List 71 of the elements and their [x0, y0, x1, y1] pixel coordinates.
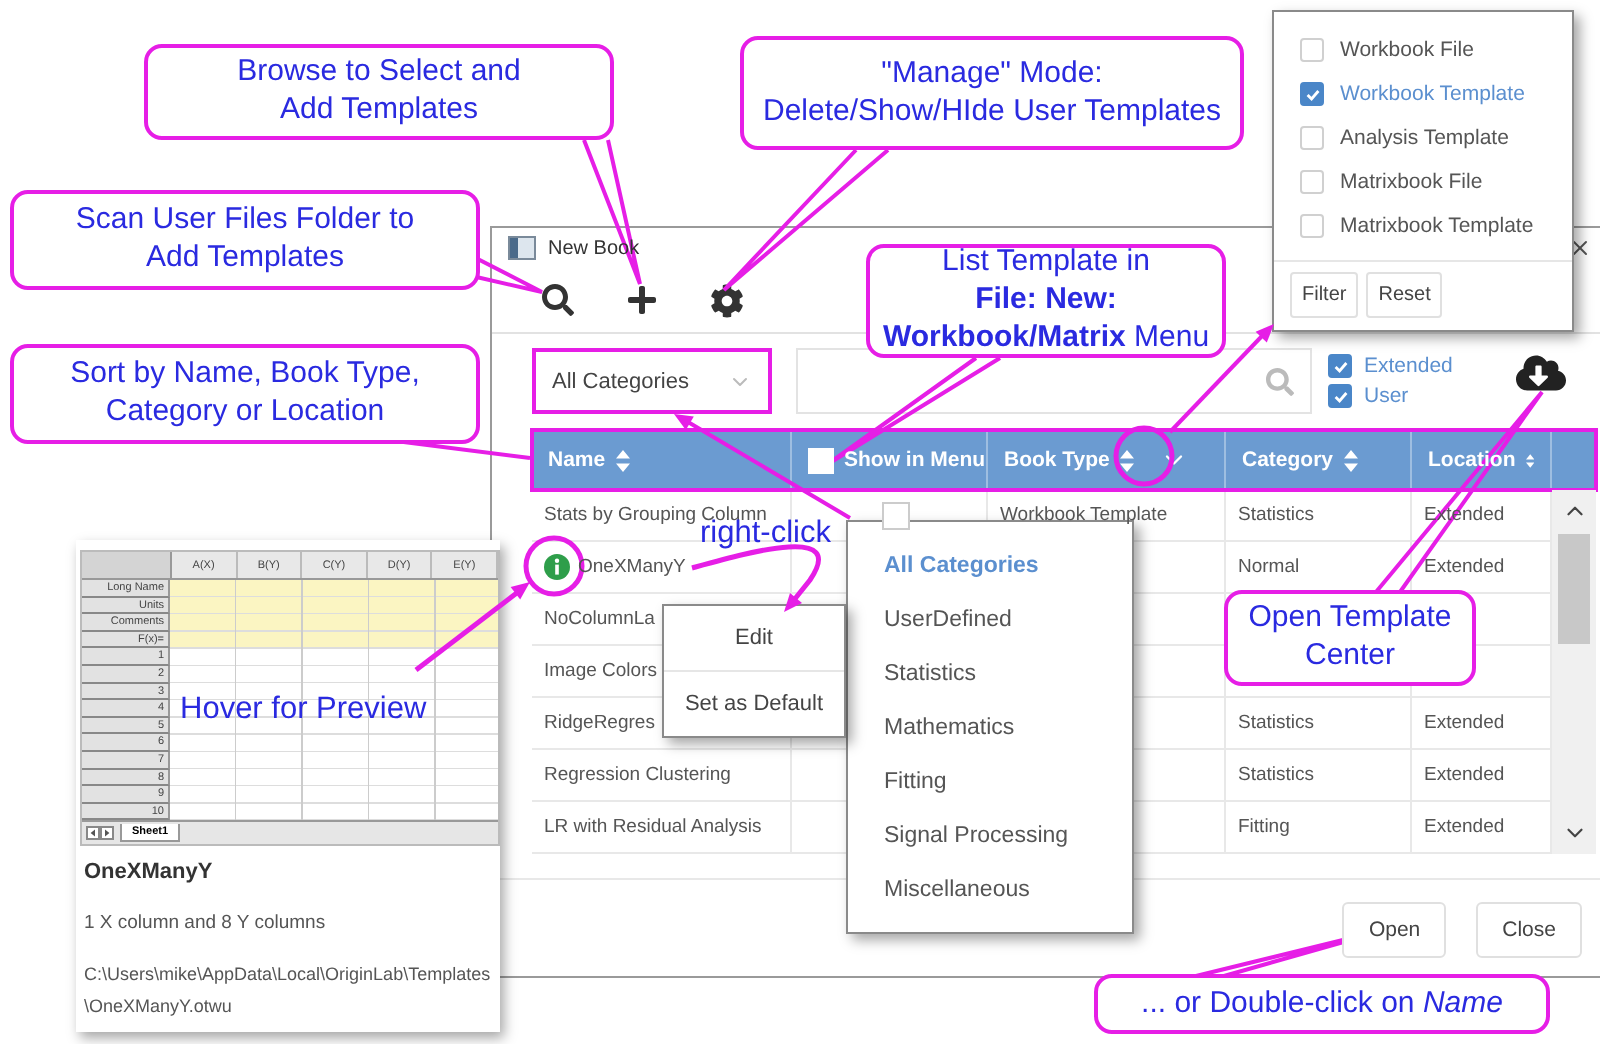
callout: Open Template Center [1224, 590, 1476, 686]
sort-icon[interactable] [1525, 449, 1534, 471]
checkbox[interactable] [1300, 170, 1324, 194]
checkbox-label: Workbook Template [1340, 82, 1525, 106]
category: Statistics [1238, 712, 1315, 734]
category: Fitting [1238, 816, 1290, 838]
template-name[interactable]: Image Colors [544, 660, 657, 682]
menu-item[interactable]: UserDefined [848, 592, 1132, 646]
category: Statistics [1238, 504, 1315, 526]
menu-item[interactable]: Edit [664, 606, 844, 670]
info-icon[interactable] [544, 554, 570, 580]
sort-icon[interactable] [1119, 449, 1134, 471]
menu-item[interactable]: Miscellaneous [848, 862, 1132, 916]
sort-icon[interactable] [1343, 449, 1358, 471]
category: Statistics [1238, 764, 1315, 786]
checkbox[interactable] [1300, 82, 1324, 106]
checkbox-label: Workbook File [1340, 38, 1474, 62]
search-icon[interactable] [540, 282, 576, 318]
checkbox-label: Analysis Template [1340, 126, 1509, 150]
file-path: C:\Users\mike\AppData\Local\OriginLab\Templates \OneXManyY.otwu [84, 962, 493, 1021]
menu-item[interactable]: Statistics [848, 646, 1132, 700]
template-name[interactable]: NoColumnLa [544, 608, 655, 630]
callout: Scan User Files Folder to Add Templates [10, 190, 480, 290]
show-in-menu-checkbox[interactable] [882, 501, 910, 529]
location: Extended [1424, 816, 1505, 838]
checkbox-label: User [1364, 384, 1409, 408]
checkbox[interactable] [1300, 126, 1324, 150]
dialog-button[interactable]: Open [1342, 902, 1447, 958]
location: Extended [1424, 556, 1505, 578]
header-checkbox[interactable] [808, 447, 834, 473]
scroll-thumb[interactable] [1558, 534, 1590, 644]
annotation-label: Hover for Preview [180, 692, 427, 728]
annotation-label: right-click [700, 516, 831, 552]
plus-icon[interactable] [624, 282, 660, 318]
check-icon [1303, 85, 1321, 103]
template-name[interactable]: Regression Clustering [544, 764, 731, 786]
dialog-button[interactable]: Close [1476, 902, 1582, 958]
scrollbar[interactable] [1552, 490, 1596, 854]
checkbox[interactable] [1328, 384, 1352, 408]
menu-item[interactable]: Signal Processing [848, 808, 1132, 862]
location: Extended [1424, 764, 1505, 786]
checkbox-label: Extended [1364, 354, 1453, 378]
filter-button[interactable]: Reset [1366, 272, 1443, 318]
gear-icon[interactable] [708, 282, 744, 318]
checkbox[interactable] [1300, 38, 1324, 62]
checkbox[interactable] [1300, 214, 1324, 238]
callout: Browse to Select and Add Templates [144, 44, 614, 140]
checkbox-label: Matrixbook Template [1340, 214, 1534, 238]
pointer-arrow [414, 582, 530, 672]
preview-description: 1 X column and 8 Y columns [84, 912, 328, 935]
filter-button[interactable]: Filter [1290, 272, 1359, 318]
app-icon [508, 236, 536, 260]
checkbox-label: Matrixbook File [1340, 170, 1483, 194]
checkbox[interactable] [1328, 354, 1352, 378]
menu-item[interactable]: Set as Default [664, 670, 844, 736]
category: Normal [1238, 556, 1300, 578]
sort-icon[interactable] [615, 449, 630, 471]
callout: Sort by Name, Book Type, Category or Location [10, 344, 480, 444]
category-dropdown[interactable]: All Categories [532, 348, 772, 414]
template-name[interactable]: RidgeRegres [544, 712, 655, 734]
close-icon[interactable] [1568, 236, 1592, 260]
menu-item[interactable]: Fitting [848, 754, 1132, 808]
callout: List Template in File: New: Workbook/Matrix Menu [866, 244, 1226, 358]
preview-title: OneXManyY [84, 860, 215, 885]
callout: ... or Double-click on Name [1094, 974, 1550, 1034]
highlight-circle [1113, 425, 1175, 487]
tab-nav-icon[interactable] [86, 826, 114, 841]
callout: "Manage" Mode: Delete/Show/HIde User Templates [740, 36, 1244, 150]
template-name[interactable]: LR with Residual Analysis [544, 816, 762, 838]
menu-item[interactable]: Mathematics [848, 700, 1132, 754]
location: Extended [1424, 712, 1505, 734]
